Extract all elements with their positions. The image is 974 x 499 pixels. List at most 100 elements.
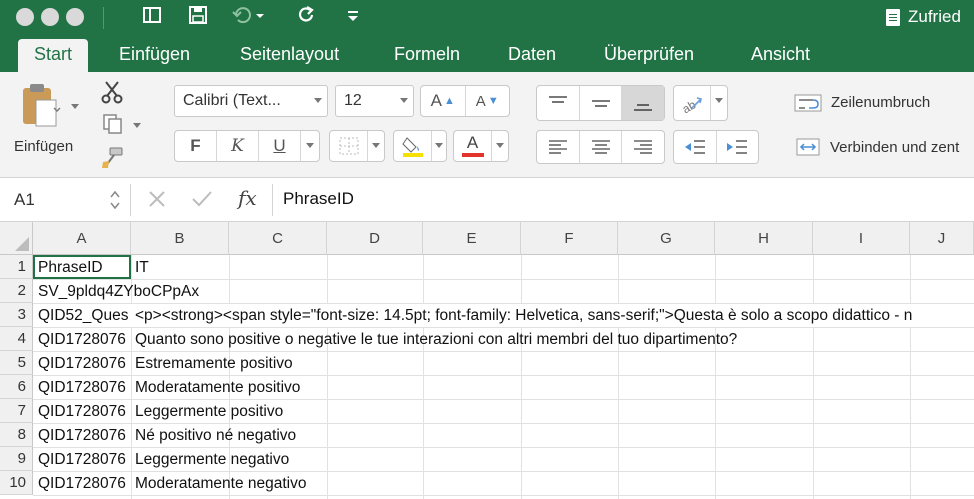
merge-center-label[interactable]: Verbinden und zent — [830, 139, 959, 156]
row-header-3[interactable]: 3 — [0, 303, 33, 327]
tab-ansicht[interactable]: Ansicht — [751, 44, 810, 65]
column-header-j[interactable]: J — [910, 222, 974, 255]
merge-center-icon[interactable] — [795, 136, 821, 163]
row-header-5[interactable]: 5 — [0, 351, 33, 375]
name-box[interactable]: A1 — [14, 190, 35, 210]
grow-font-button[interactable]: A ▲ — [421, 86, 466, 116]
shrink-font-button[interactable]: A ▼ — [466, 86, 510, 116]
borders-button[interactable] — [330, 131, 368, 161]
cell-b1[interactable]: IT — [131, 256, 149, 279]
tab-einfuegen[interactable]: Einfügen — [119, 44, 190, 65]
document-title-text: Zufried — [908, 7, 961, 26]
font-size-select[interactable]: 12 — [335, 85, 414, 117]
grid-line — [327, 255, 328, 499]
save-icon[interactable] — [188, 5, 208, 29]
sidebar-icon[interactable] — [142, 5, 162, 29]
column-header-b[interactable]: B — [131, 222, 229, 255]
format-painter-icon[interactable] — [100, 146, 126, 175]
copy-icon[interactable] — [101, 112, 125, 141]
row-header-6[interactable]: 6 — [0, 375, 33, 399]
cell-b8[interactable]: Né positivo né negativo — [131, 424, 296, 447]
tab-daten[interactable]: Daten — [508, 44, 556, 65]
row-header-1[interactable]: 1 — [0, 255, 33, 279]
fill-color-dropdown-button[interactable] — [432, 131, 446, 161]
cut-icon[interactable] — [100, 80, 124, 109]
confirm-entry-icon[interactable] — [191, 190, 213, 213]
text-orientation-dropdown-button[interactable] — [711, 86, 727, 120]
cell-a10[interactable]: QID1728076 — [34, 472, 130, 495]
column-header-f[interactable]: F — [521, 222, 618, 255]
row-header-7[interactable]: 7 — [0, 399, 33, 423]
customize-toolbar-icon[interactable] — [346, 5, 360, 29]
column-header-h[interactable]: H — [715, 222, 813, 255]
cell-a8[interactable]: QID1728076 — [34, 424, 130, 447]
redo-icon[interactable] — [296, 5, 318, 29]
column-header-g[interactable]: G — [618, 222, 715, 255]
cell-a7[interactable]: QID1728076 — [34, 400, 130, 423]
cell-a2[interactable]: SV_9pldq4ZYboCPpAx — [34, 280, 199, 303]
undo-icon[interactable] — [232, 5, 266, 29]
underline-button[interactable]: U — [259, 131, 301, 161]
document-title: Zufried — [886, 7, 961, 27]
cell-b5[interactable]: Estremamente positivo — [131, 352, 293, 375]
row-header-9[interactable]: 9 — [0, 447, 33, 471]
font-color-button[interactable]: A — [454, 131, 492, 161]
cell-a9[interactable]: QID1728076 — [34, 448, 130, 471]
cell-a3[interactable]: QID52_Ques — [34, 304, 130, 327]
formula-input[interactable]: PhraseID — [283, 189, 354, 209]
row-header-8[interactable]: 8 — [0, 423, 33, 447]
align-middle-button[interactable] — [580, 86, 623, 120]
align-center-button[interactable] — [580, 131, 623, 163]
fill-color-button[interactable] — [394, 131, 432, 161]
cell-b9[interactable]: Leggermente negativo — [131, 448, 289, 471]
cell-b10[interactable]: Moderatamente negativo — [131, 472, 306, 495]
wrap-text-icon[interactable] — [793, 92, 823, 119]
cell-a5[interactable]: QID1728076 — [34, 352, 130, 375]
column-header-d[interactable]: D — [327, 222, 423, 255]
tab-formeln[interactable]: Formeln — [394, 44, 460, 65]
tab-ueberpruefen[interactable]: Überprüfen — [604, 44, 694, 65]
column-header-c[interactable]: C — [229, 222, 327, 255]
select-all-button[interactable] — [0, 222, 33, 255]
borders-dropdown-button[interactable] — [368, 131, 384, 161]
cell-b6[interactable]: Moderatamente positivo — [131, 376, 300, 399]
minimize-window-button[interactable] — [41, 8, 59, 26]
cell-a6[interactable]: QID1728076 — [34, 376, 130, 399]
decrease-indent-button[interactable] — [674, 131, 717, 163]
cell-b4[interactable]: Quanto sono positive o negative le tue i… — [131, 328, 737, 351]
worksheet-grid[interactable]: A B C D E F G H I J 1 2 3 4 5 6 7 8 9 10… — [0, 222, 974, 499]
cell-b3[interactable]: <p><strong><span style="font-size: 14.5p… — [131, 304, 974, 327]
tab-seitenlayout[interactable]: Seitenlayout — [240, 44, 339, 65]
bold-button[interactable]: F — [175, 131, 217, 161]
align-bottom-button[interactable] — [622, 86, 665, 120]
column-header-a[interactable]: A — [33, 222, 131, 255]
align-right-button[interactable] — [622, 131, 664, 163]
insert-function-button[interactable]: fx — [238, 186, 257, 210]
underline-dropdown-button[interactable] — [301, 131, 319, 161]
column-header-i[interactable]: I — [813, 222, 910, 255]
text-orientation-button[interactable]: ab — [674, 86, 711, 120]
paste-icon[interactable] — [20, 82, 62, 137]
column-header-e[interactable]: E — [423, 222, 521, 255]
increase-indent-button[interactable] — [717, 131, 759, 163]
row-header-4[interactable]: 4 — [0, 327, 33, 351]
paste-dropdown-icon[interactable] — [71, 104, 79, 109]
cell-b7[interactable]: Leggermente positivo — [131, 400, 283, 423]
tab-start[interactable]: Start — [18, 39, 89, 72]
row-header-10[interactable]: 10 — [0, 471, 33, 495]
align-left-button[interactable] — [537, 131, 580, 163]
font-color-dropdown-button[interactable] — [492, 131, 508, 161]
cell-a4[interactable]: QID1728076 — [34, 328, 130, 351]
row-header-2[interactable]: 2 — [0, 279, 33, 303]
close-window-button[interactable] — [16, 8, 34, 26]
name-box-stepper-icon[interactable] — [110, 186, 120, 214]
align-top-button[interactable] — [537, 86, 580, 120]
italic-button[interactable]: K — [217, 131, 259, 161]
text-orientation-group: ab — [673, 85, 728, 121]
copy-dropdown-icon[interactable] — [133, 123, 141, 128]
cancel-entry-icon[interactable] — [148, 190, 166, 213]
cell-a1[interactable]: PhraseID — [34, 256, 130, 279]
font-name-select[interactable]: Calibri (Text... — [174, 85, 328, 117]
zoom-window-button[interactable] — [66, 8, 84, 26]
wrap-text-label[interactable]: Zeilenumbruch — [831, 94, 930, 111]
